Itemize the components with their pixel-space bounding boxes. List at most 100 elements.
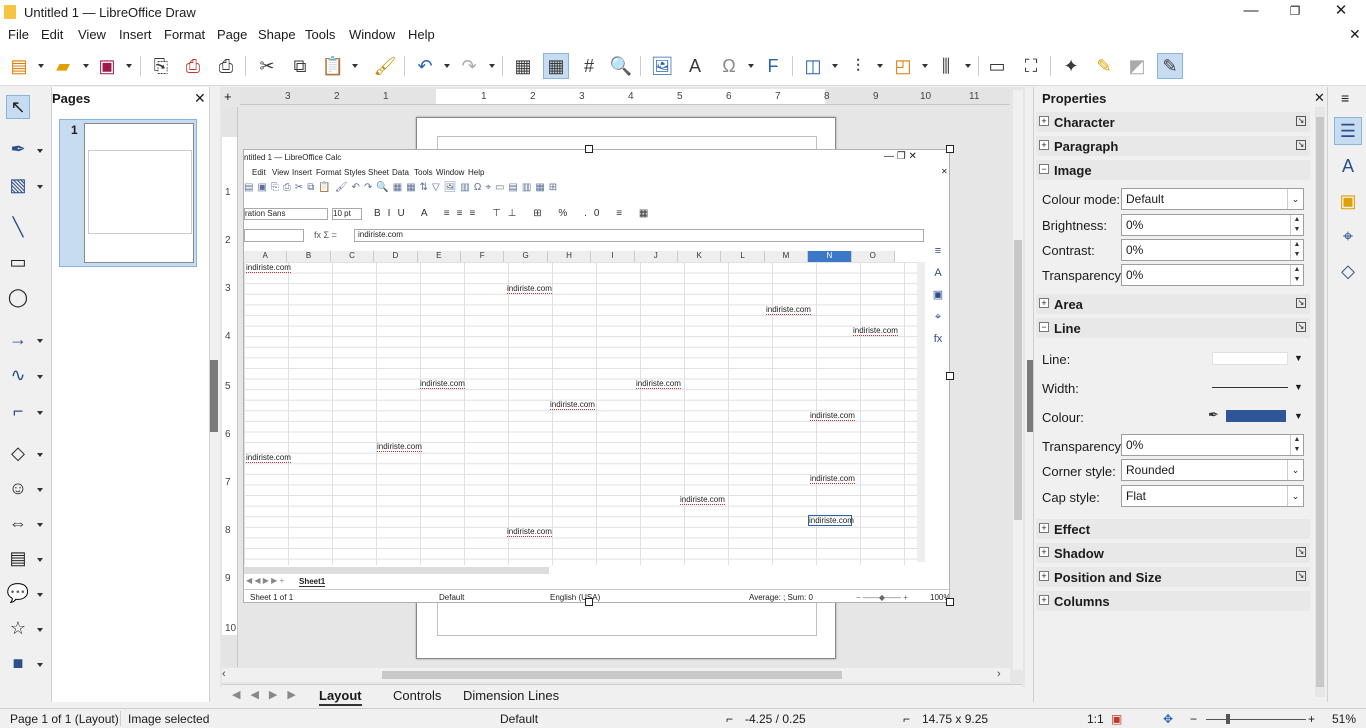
open-folder-icon[interactable]: ▰ — [50, 53, 76, 79]
copy-icon[interactable]: ⧉ — [287, 53, 313, 79]
sidebar-scrollbar-thumb[interactable] — [1316, 117, 1324, 687]
section-line[interactable]: − Line ↘ — [1036, 318, 1310, 338]
special-character-icon[interactable]: Ω — [716, 53, 742, 79]
section-columns[interactable]: + Columns — [1036, 591, 1310, 611]
pages-panel-collapse-handle[interactable] — [210, 360, 218, 432]
undo-icon[interactable]: ↶ — [412, 53, 438, 79]
transformations-icon[interactable]: ◫ — [800, 53, 826, 79]
glue-points-icon[interactable]: ✎ — [1091, 53, 1117, 79]
zoom-slider[interactable] — [1206, 719, 1306, 720]
more-options-icon[interactable]: ↘ — [1296, 571, 1306, 581]
print-icon[interactable]: ⎙ — [213, 53, 239, 79]
line-width-preview[interactable] — [1212, 387, 1288, 388]
stars-dropdown-icon[interactable] — [37, 628, 43, 632]
brightness-field[interactable]: 0% ▲ ▼ — [1121, 214, 1304, 236]
close-pages-panel-icon[interactable]: ✕ — [194, 90, 206, 107]
rectangle-icon[interactable]: ▭ — [6, 250, 30, 274]
tab-layout[interactable]: Layout — [319, 688, 362, 706]
menu-page[interactable]: Page — [217, 27, 247, 42]
draw-functions-icon[interactable]: ✎ — [1157, 53, 1183, 79]
save-dropdown-icon[interactable] — [126, 64, 132, 68]
block-arrows-icon[interactable]: ⇔ — [6, 511, 30, 535]
redo-dropdown-icon[interactable] — [489, 64, 495, 68]
align-dropdown-icon[interactable] — [877, 64, 883, 68]
section-character[interactable]: + Character ↘ — [1036, 112, 1310, 132]
arrange-icon[interactable]: ◰ — [890, 53, 916, 79]
menu-edit[interactable]: Edit — [41, 27, 63, 42]
selection-handle-top[interactable] — [585, 145, 593, 153]
cap-style-select[interactable]: Flat ⌄ — [1121, 485, 1304, 507]
line-colour-dropdown-icon[interactable]: ▼ — [1294, 411, 1303, 421]
symbol-shapes-dropdown-icon[interactable] — [37, 488, 43, 492]
spin-icon[interactable]: ▲ ▼ — [1290, 215, 1303, 235]
vertical-scrollbar[interactable] — [1013, 90, 1023, 670]
section-shadow[interactable]: + Shadow ↘ — [1036, 543, 1310, 563]
menu-insert[interactable]: Insert — [119, 27, 152, 42]
embedded-calc-image[interactable]: ntitled 1 — LibreOffice Calc — ❐ ✕ ✕ Edi… — [243, 149, 950, 603]
line-style-preview[interactable] — [1212, 352, 1288, 365]
distribute-dropdown-icon[interactable] — [965, 64, 971, 68]
restore-icon[interactable]: ❐ — [1272, 0, 1318, 24]
selection-handle-right[interactable] — [946, 372, 954, 380]
cut-icon[interactable]: ✂ — [254, 53, 280, 79]
horizontal-ruler[interactable]: 3 2 1 1 2 3 4 5 6 7 8 9 10 11 — [240, 89, 1010, 105]
gallery-deck-icon[interactable]: ▣ — [1334, 187, 1362, 215]
transformations-dropdown-icon[interactable] — [832, 64, 838, 68]
line-ends-arrow-icon[interactable]: → — [6, 327, 30, 351]
chevron-down-icon[interactable]: ⌄ — [1287, 460, 1303, 480]
selection-handle-top-right[interactable] — [946, 145, 954, 153]
points-icon[interactable]: ✦ — [1058, 53, 1084, 79]
selection-handle-bottom[interactable] — [585, 598, 593, 606]
line-colour-swatch[interactable] — [1226, 410, 1286, 422]
export-icon[interactable]: ⎘ — [148, 53, 174, 79]
section-paragraph[interactable]: + Paragraph ↘ — [1036, 136, 1310, 156]
flowchart-icon[interactable]: ▤ — [6, 546, 30, 570]
special-character-dropdown-icon[interactable] — [748, 64, 754, 68]
scroll-left-icon[interactable]: ‹ — [222, 668, 226, 680]
insert-image-icon[interactable]: 🖼 — [649, 53, 675, 79]
shapes-deck-icon[interactable]: ◇ — [1334, 257, 1362, 285]
export-pdf-icon[interactable]: ⎙ — [180, 53, 206, 79]
callout-icon[interactable]: 💬 — [6, 581, 30, 605]
page-thumbnail[interactable] — [84, 123, 194, 263]
chevron-down-icon[interactable]: ⌄ — [1287, 189, 1303, 209]
connector-icon[interactable]: ⌐ — [6, 399, 30, 423]
open-dropdown-icon[interactable] — [83, 64, 89, 68]
connector-dropdown-icon[interactable] — [37, 411, 43, 415]
curve-icon[interactable]: ∿ — [6, 363, 30, 387]
new-dropdown-icon[interactable] — [38, 64, 44, 68]
ruler-origin-icon[interactable]: + — [224, 89, 232, 104]
status-zoom[interactable]: 51% — [1332, 712, 1356, 726]
zoom-pan-icon[interactable]: 🔍 — [608, 53, 634, 79]
arrow-dropdown-icon[interactable] — [37, 339, 43, 343]
block-arrows-dropdown-icon[interactable] — [37, 523, 43, 527]
scroll-right-icon[interactable]: › — [997, 668, 1001, 680]
menu-help[interactable]: Help — [408, 27, 435, 42]
colour-mode-select[interactable]: Default ⌄ — [1121, 188, 1304, 210]
distribute-icon[interactable]: ⫼ — [933, 53, 959, 79]
arrange-dropdown-icon[interactable] — [922, 64, 928, 68]
zoom-out-icon[interactable]: − — [1190, 712, 1197, 726]
basic-shapes-dropdown-icon[interactable] — [37, 453, 43, 457]
helplines-icon[interactable]: # — [576, 53, 602, 79]
spin-icon[interactable]: ▲ ▼ — [1290, 435, 1303, 455]
save-icon[interactable]: ▣ — [94, 53, 120, 79]
vertical-scrollbar-thumb[interactable] — [1014, 240, 1022, 520]
navigator-deck-icon[interactable]: ⌖ — [1334, 222, 1362, 250]
clone-formatting-icon[interactable]: 🖌 — [372, 53, 398, 79]
fit-page-icon[interactable]: ✥ — [1163, 712, 1173, 726]
section-effect[interactable]: + Effect — [1036, 519, 1310, 539]
document-modified-icon[interactable]: ▣ — [1111, 712, 1122, 726]
stars-icon[interactable]: ☆ — [6, 616, 30, 640]
3d-objects-dropdown-icon[interactable] — [37, 663, 43, 667]
section-position-size[interactable]: + Position and Size ↘ — [1036, 567, 1310, 587]
align-objects-icon[interactable]: ⫶ — [845, 53, 871, 79]
spin-icon[interactable]: ▲ ▼ — [1290, 240, 1303, 260]
menu-format[interactable]: Format — [164, 27, 205, 42]
properties-deck-icon[interactable]: ☰ — [1334, 117, 1362, 145]
more-options-icon[interactable]: ↘ — [1296, 298, 1306, 308]
tab-navigation-icons[interactable]: ◀◀▶▶ — [232, 688, 306, 701]
callout-dropdown-icon[interactable] — [37, 593, 43, 597]
line-width-dropdown-icon[interactable]: ▼ — [1294, 382, 1303, 392]
line-transparency-field[interactable]: 0% ▲ ▼ — [1121, 434, 1304, 456]
